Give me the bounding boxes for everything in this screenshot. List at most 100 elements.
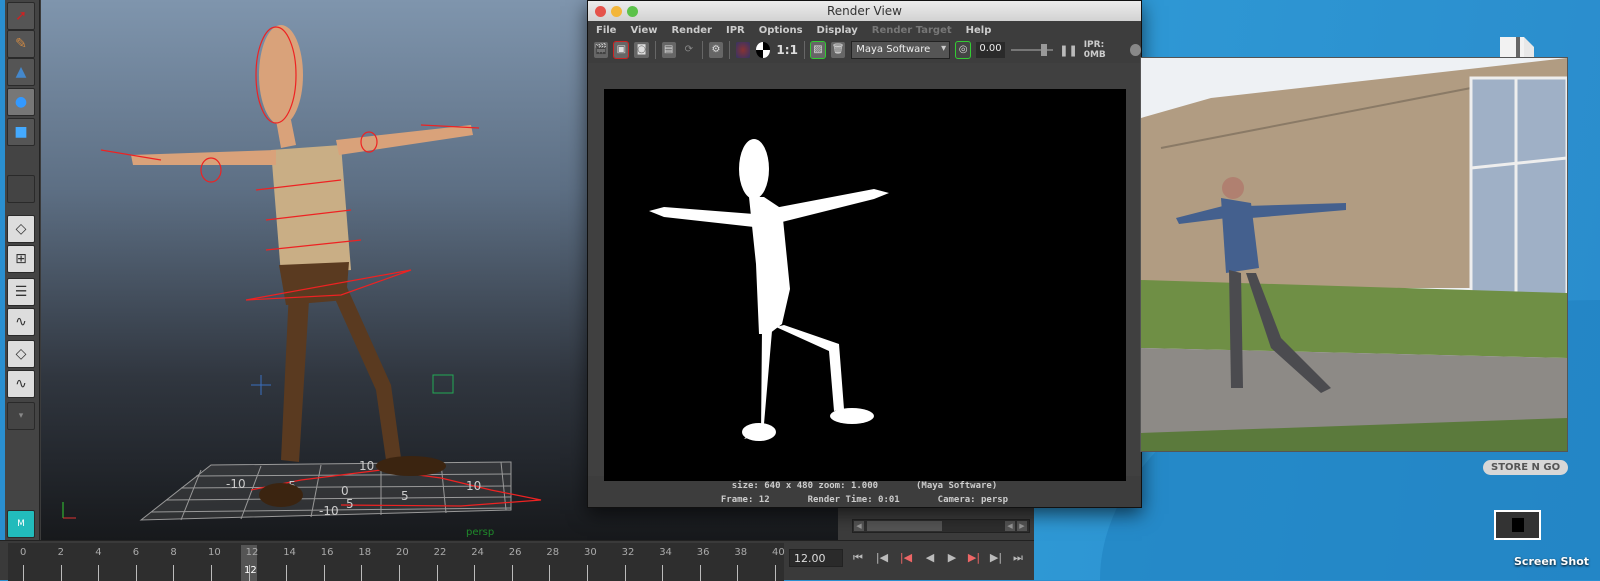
remove-image-icon[interactable]: 🗑 — [831, 42, 846, 58]
timeline-tick-label: 26 — [508, 547, 522, 558]
persp-outliner-graph-layout-icon[interactable]: ∿ — [7, 370, 35, 398]
timeline-tick-label: 2 — [57, 547, 64, 558]
snapshot-icon[interactable]: ◙ — [634, 42, 649, 58]
hypershade-persp-layout-icon[interactable]: ◇ — [7, 340, 35, 368]
keep-image-icon[interactable]: ▨ — [809, 41, 827, 59]
grid-label: 5 — [346, 497, 354, 511]
menu-options[interactable]: Options — [759, 25, 803, 36]
scroll-prev-icon[interactable]: ◀ — [1005, 521, 1015, 531]
rotate-tool-icon[interactable]: ● — [7, 88, 35, 116]
timeline-tick — [587, 565, 588, 581]
character-model — [131, 25, 473, 507]
last-tool-slot[interactable] — [7, 175, 35, 203]
refresh-ipr-icon[interactable]: ⟳ — [682, 42, 696, 58]
timeline-tick-label: 38 — [734, 547, 748, 558]
timeline-tick-label: 22 — [433, 547, 447, 558]
current-frame-label: 12 — [244, 565, 257, 576]
timeline-tick-label: 36 — [696, 547, 710, 558]
menu-file[interactable]: File — [596, 25, 616, 36]
horizontal-scrollbar[interactable]: ◀ ◀ ▶ — [852, 519, 1030, 533]
render-region-icon[interactable]: ▣ — [613, 41, 630, 59]
alpha-channel-icon[interactable] — [756, 42, 771, 58]
zoom-button[interactable] — [627, 6, 638, 17]
separator — [701, 41, 703, 59]
menu-help[interactable]: Help — [966, 25, 992, 36]
real-size-button[interactable]: 1:1 — [776, 43, 798, 57]
timeline-tick-label: 30 — [584, 547, 597, 558]
screenshot-thumbnail — [1512, 518, 1524, 532]
title-bar[interactable]: Render View — [588, 1, 1141, 21]
move-tool-icon[interactable]: ▲ — [7, 58, 35, 86]
ipr-render-icon[interactable]: ▤ — [661, 42, 676, 58]
timeline-tick-label: 32 — [621, 547, 635, 558]
menu-display[interactable]: Display — [817, 25, 858, 36]
timeline-tick — [662, 565, 664, 581]
render-settings-icon[interactable]: ⚙ — [708, 42, 724, 58]
timeline-tick-label: 0 — [20, 547, 27, 558]
step-forward-frame-button[interactable]: ▶| — [986, 551, 1006, 564]
menu-render[interactable]: Render — [671, 25, 711, 36]
separator — [803, 41, 805, 59]
render-toolbar: 🎬 ▣ ◙ ▤ ⟳ ⚙ 1:1 ▨ 🗑 Maya Software ◎ 0.00… — [588, 38, 1141, 62]
step-forward-key-button[interactable]: ▶| — [964, 551, 984, 564]
usb-drive-label[interactable]: STORE N GO — [1483, 460, 1569, 475]
scroll-next-icon[interactable]: ▶ — [1017, 521, 1027, 531]
render-image-area[interactable] — [588, 63, 1141, 481]
renderer-dropdown[interactable]: Maya Software — [851, 41, 951, 59]
timeline-tick-label: 16 — [320, 547, 334, 558]
screenshot-file-label[interactable]: Screen Shot — [1514, 555, 1589, 568]
window-title: Render View — [826, 4, 902, 18]
persp-graph-layout-icon[interactable]: ∿ — [7, 308, 35, 336]
outliner-persp-layout-icon[interactable]: ☰ — [7, 278, 35, 306]
timeline-tick — [286, 565, 288, 581]
go-to-start-button[interactable]: ⏮ — [848, 551, 868, 565]
select-tool-icon[interactable]: ➚ — [7, 2, 35, 30]
timeline-tick-label: 40 — [772, 547, 785, 558]
close-button[interactable] — [595, 6, 606, 17]
play-forwards-button[interactable]: ▶ — [942, 551, 962, 564]
timeline-tick-label: 24 — [471, 547, 484, 558]
scroll-thumb[interactable] — [867, 521, 942, 531]
scale-tool-icon[interactable]: ■ — [7, 118, 35, 146]
exposure-icon[interactable]: ◎ — [955, 41, 972, 59]
step-back-key-button[interactable]: |◀ — [896, 551, 916, 564]
render-view-window: Render View File View Render IPR Options… — [587, 0, 1142, 508]
timeline-tick — [737, 565, 739, 581]
building-window — [1469, 76, 1569, 300]
timeline-tick-label: 18 — [358, 547, 372, 558]
pause-icon[interactable]: ❚❚ — [1059, 44, 1077, 57]
ik-handles — [251, 375, 271, 395]
timeline-tick-label: 6 — [132, 547, 140, 558]
scroll-left-icon[interactable]: ◀ — [854, 521, 864, 531]
rendered-image — [604, 89, 1126, 481]
layout-options-icon[interactable]: ▾ — [7, 402, 35, 430]
screenshot-file-icon[interactable] — [1494, 510, 1541, 540]
timeline-tick — [98, 565, 100, 581]
timeline-tick-label: 14 — [283, 547, 296, 558]
document-file-icon[interactable] — [1500, 37, 1536, 57]
minimize-button[interactable] — [611, 6, 622, 17]
paint-select-tool-icon[interactable]: ✎ — [7, 30, 35, 58]
exposure-field[interactable]: 0.00 — [976, 42, 1005, 58]
status-light-icon — [1130, 44, 1141, 56]
menu-view[interactable]: View — [630, 25, 657, 36]
go-to-end-button[interactable]: ⏭ — [1008, 551, 1028, 565]
redo-render-icon[interactable]: 🎬 — [594, 42, 609, 58]
timeline-tick — [624, 565, 626, 581]
timeline-tick — [323, 565, 325, 581]
maya-logo-icon[interactable]: M — [7, 510, 35, 538]
timeline-tick-label: 34 — [659, 547, 672, 558]
rgb-channels-icon[interactable] — [735, 42, 751, 58]
time-slider[interactable]: 12 0 2 4 6 8 10 12 14 16 18 20 22 24 26 28 30 32 34 36 38 40… — [0, 540, 1034, 581]
exposure-slider[interactable] — [1010, 44, 1054, 56]
step-back-frame-button[interactable]: |◀ — [872, 551, 892, 564]
timeline-tick-label: 28 — [546, 547, 560, 558]
menu-ipr[interactable]: IPR — [726, 25, 745, 36]
grid-label: -10 — [319, 504, 339, 518]
four-view-layout-icon[interactable]: ⊞ — [7, 245, 35, 273]
time-slider-track[interactable]: 12 0 2 4 6 8 10 12 14 16 18 20 22 24 26 28 30 32 34 36 38 40 — [8, 543, 785, 581]
single-perspective-layout-icon[interactable]: ◇ — [7, 215, 35, 243]
current-frame-field[interactable]: 12.00 — [789, 549, 843, 567]
play-backwards-button[interactable]: ◀ — [920, 551, 940, 564]
timeline-tick — [436, 565, 438, 581]
